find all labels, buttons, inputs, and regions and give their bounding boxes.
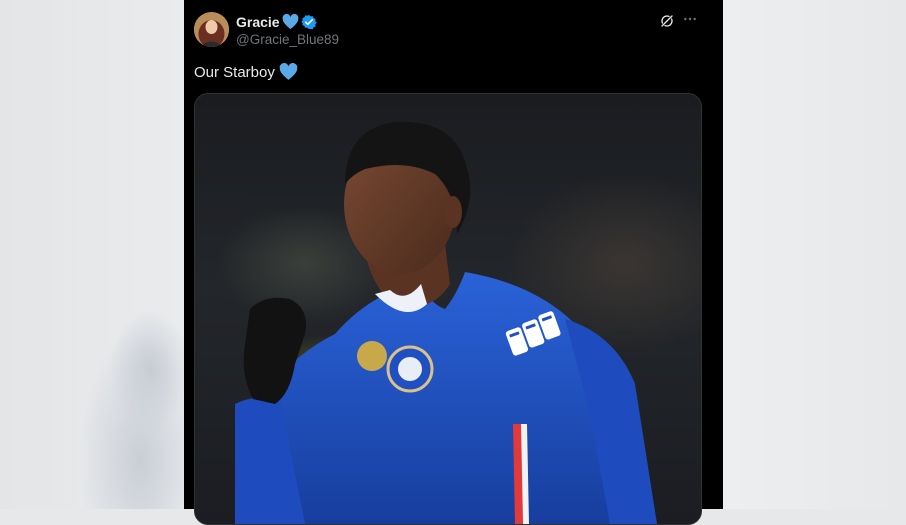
verified-badge-icon[interactable] [300,14,317,30]
more-horizontal-icon[interactable] [682,11,698,27]
avatar-image [194,12,229,47]
blue-heart-icon [282,14,298,30]
blue-heart-icon [279,63,298,80]
user-handle[interactable]: @Gracie_Blue89 [236,32,339,47]
background-right [723,0,906,509]
display-name[interactable]: Gracie [236,14,280,30]
player-photo [235,121,657,524]
background-left [0,0,184,509]
tweet-card[interactable]: Gracie @Gracie_Blue89 Our Starboy [184,0,723,525]
tweet-body: Our Starboy [194,63,298,81]
avatar[interactable] [194,12,229,47]
grok-icon[interactable] [659,13,675,29]
name-row: Gracie [236,13,317,31]
tweet-text: Our Starboy [194,63,275,81]
tweet-media-photo[interactable] [194,93,702,525]
